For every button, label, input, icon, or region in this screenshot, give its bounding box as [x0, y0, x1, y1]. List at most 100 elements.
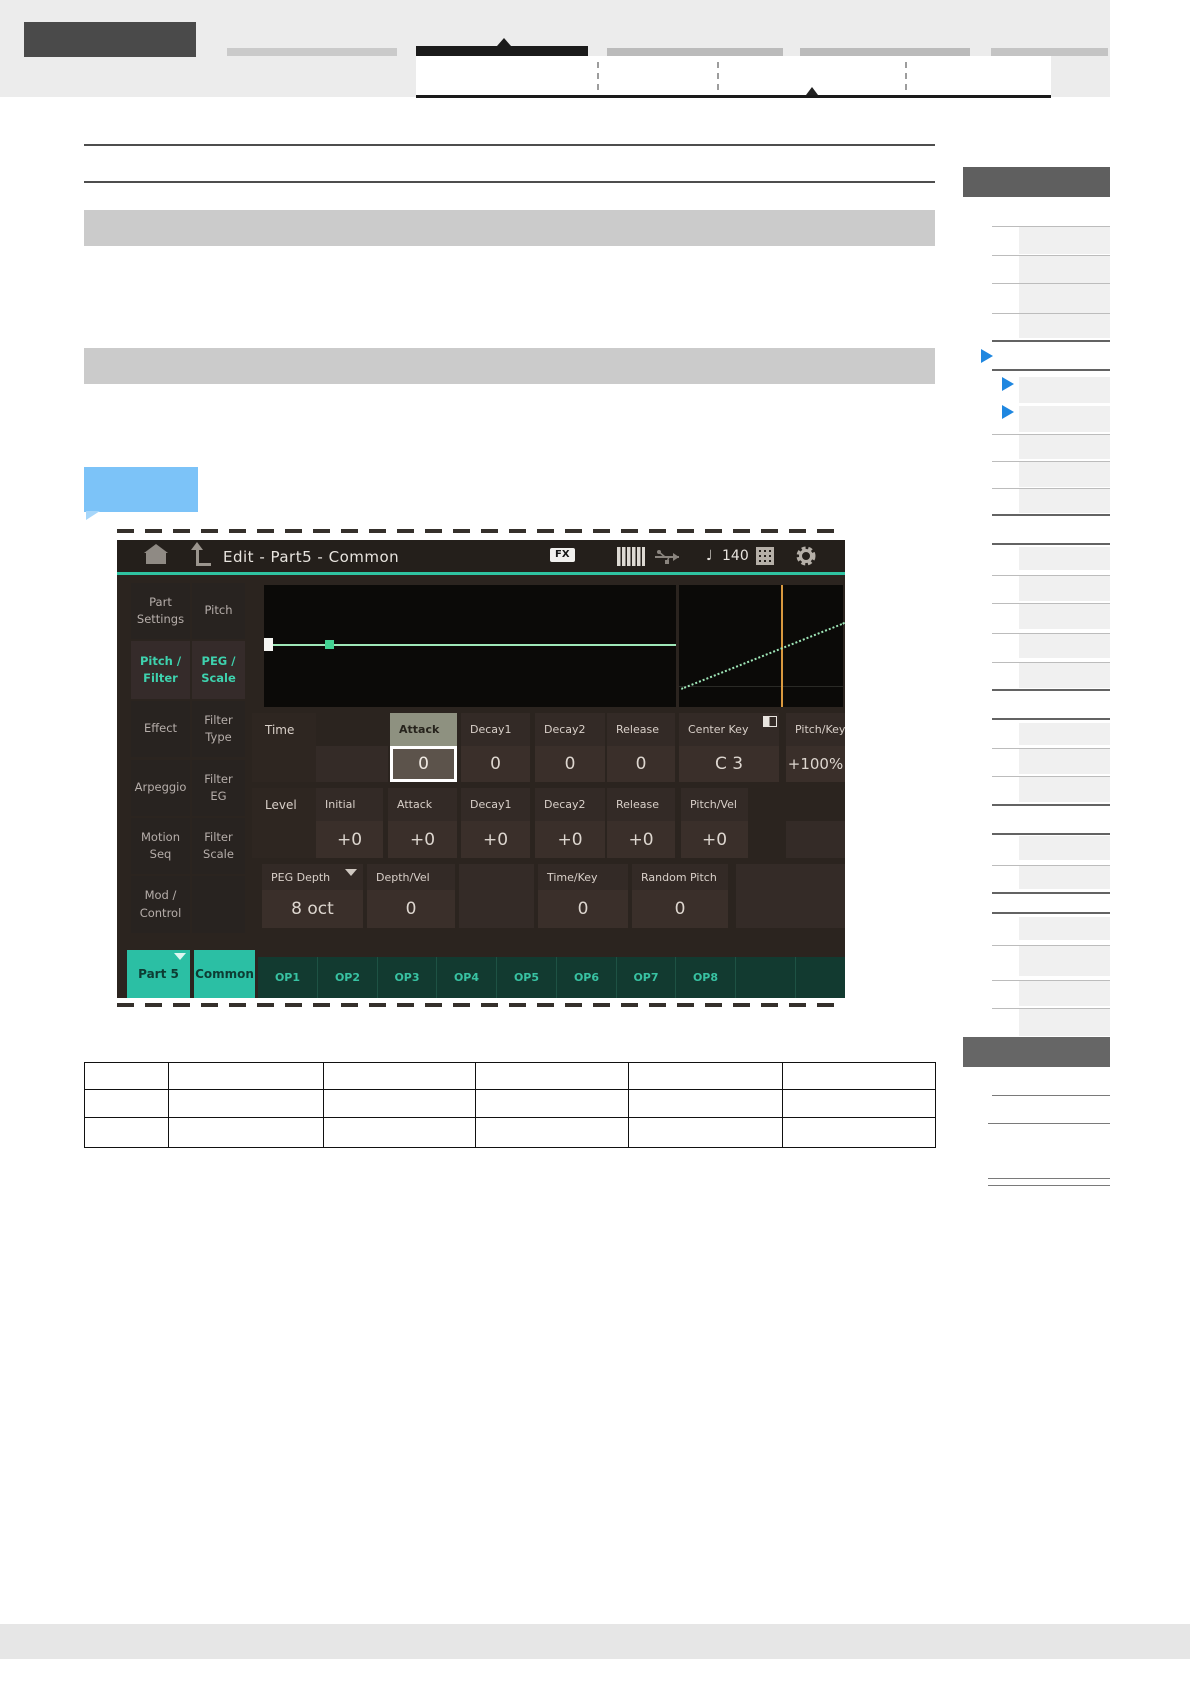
- grid-menu-icon[interactable]: [756, 547, 774, 565]
- page-header-block: [24, 22, 196, 57]
- gear-icon[interactable]: [795, 545, 817, 567]
- level-decay1-value[interactable]: +0: [461, 821, 530, 858]
- toc-row[interactable]: [992, 776, 1110, 802]
- nav-tab-ghost-4[interactable]: [991, 48, 1108, 56]
- toc-row[interactable]: [992, 1008, 1110, 1036]
- nav-mod-control[interactable]: Mod / Control: [131, 876, 190, 933]
- tab-op1[interactable]: OP1: [258, 957, 318, 998]
- pitch-vel-label[interactable]: Pitch/Vel: [681, 788, 748, 821]
- level-attack-label[interactable]: Attack: [388, 788, 457, 821]
- toc-row[interactable]: [992, 575, 1110, 601]
- toc-row[interactable]: [992, 255, 1110, 283]
- toc-row[interactable]: [992, 488, 1110, 513]
- nav-effect[interactable]: Effect: [131, 701, 190, 757]
- toc-row[interactable]: [992, 603, 1110, 629]
- center-key-value[interactable]: C 3: [679, 746, 779, 782]
- table-cell: [628, 1117, 783, 1148]
- toc-row[interactable]: [992, 547, 1110, 570]
- toc-row[interactable]: [992, 461, 1110, 487]
- tab-op8[interactable]: OP8: [676, 957, 736, 998]
- toc-header-1: [963, 167, 1110, 197]
- nav-peg-scale[interactable]: PEG / Scale: [192, 641, 245, 699]
- table-cell: [84, 1089, 169, 1118]
- toc-row[interactable]: [992, 723, 1110, 745]
- level-release-label[interactable]: Release: [607, 788, 675, 821]
- tab-op2[interactable]: OP2: [318, 957, 378, 998]
- random-pitch-value[interactable]: 0: [632, 890, 728, 928]
- toc-row[interactable]: [992, 836, 1110, 860]
- time-release-value[interactable]: 0: [607, 746, 675, 782]
- pitch-key-value[interactable]: +100%: [786, 746, 845, 782]
- peg-depth-label[interactable]: PEG Depth: [262, 864, 363, 890]
- pitch-key-label[interactable]: Pitch/Key: [786, 713, 845, 746]
- time-attack-value[interactable]: 0: [390, 746, 457, 782]
- nav-filter-eg[interactable]: Filter EG: [192, 760, 245, 816]
- nav-tab-ghost-3[interactable]: [800, 48, 970, 56]
- level-release-value[interactable]: +0: [607, 821, 675, 858]
- part-dropdown-icon[interactable]: [174, 953, 186, 960]
- tab-op4[interactable]: OP4: [437, 957, 497, 998]
- toc-row[interactable]: [992, 283, 1110, 313]
- toc-row[interactable]: [992, 945, 1110, 976]
- envelope-handle-green[interactable]: [325, 640, 334, 649]
- toc-row[interactable]: [992, 226, 1110, 254]
- pitch-vel-value[interactable]: +0: [681, 821, 748, 858]
- tempo-value[interactable]: 140: [722, 548, 749, 564]
- pitch-key-graph[interactable]: [679, 585, 845, 707]
- toc-row[interactable]: [992, 406, 1110, 432]
- time-decay1-label[interactable]: Decay1: [461, 713, 530, 746]
- keyboard-icon[interactable]: [617, 547, 645, 566]
- time-decay2-value[interactable]: 0: [535, 746, 605, 782]
- tab-separator: [597, 62, 599, 90]
- nav-pitch[interactable]: Pitch: [192, 583, 245, 639]
- peg-depth-value[interactable]: 8 oct: [262, 890, 363, 928]
- toc-row[interactable]: [992, 313, 1110, 338]
- peg-envelope-graph[interactable]: [264, 585, 676, 707]
- level-initial-label[interactable]: Initial: [316, 788, 383, 821]
- tab-common[interactable]: Common: [194, 950, 255, 998]
- time-decay2-label[interactable]: Decay2: [535, 713, 605, 746]
- level-decay2-value[interactable]: +0: [535, 821, 605, 858]
- depth-vel-label[interactable]: Depth/Vel: [367, 864, 455, 890]
- exit-up-icon[interactable]: [191, 542, 211, 566]
- tab-op6[interactable]: OP6: [557, 957, 617, 998]
- level-initial-value[interactable]: +0: [316, 821, 383, 858]
- section-pointer-icon: [806, 87, 818, 95]
- nav-pitch-filter[interactable]: Pitch / Filter: [131, 641, 190, 699]
- toc-row[interactable]: [992, 434, 1110, 459]
- toc-row[interactable]: [992, 748, 1110, 774]
- time-attack-label[interactable]: Attack: [390, 713, 457, 746]
- toc-expand-arrow-icon[interactable]: [981, 349, 993, 363]
- nav-tab-ghost-2[interactable]: [607, 48, 783, 56]
- level-decay2-label[interactable]: Decay2: [535, 788, 605, 821]
- nav-motion-seq[interactable]: Motion Seq: [131, 818, 190, 874]
- home-icon[interactable]: [144, 544, 168, 564]
- table-cell: [323, 1062, 476, 1090]
- random-pitch-label[interactable]: Random Pitch: [632, 864, 728, 890]
- toc-row[interactable]: [992, 377, 1110, 403]
- tab-op5[interactable]: OP5: [497, 957, 557, 998]
- nav-filter-scale[interactable]: Filter Scale: [192, 818, 245, 874]
- fx-badge[interactable]: FX: [550, 548, 575, 562]
- time-key-label[interactable]: Time/Key: [538, 864, 628, 890]
- nav-part-settings[interactable]: Part Settings: [131, 583, 190, 639]
- toc-row[interactable]: [992, 865, 1110, 889]
- table-cell: [782, 1062, 936, 1090]
- envelope-handle-white[interactable]: [264, 638, 273, 651]
- toc-row[interactable]: [992, 917, 1110, 940]
- nav-arpeggio[interactable]: Arpeggio: [131, 760, 190, 816]
- depth-vel-value[interactable]: 0: [367, 890, 455, 928]
- nav-tab-ghost-1[interactable]: [227, 48, 397, 56]
- level-decay1-label[interactable]: Decay1: [461, 788, 530, 821]
- time-release-label[interactable]: Release: [607, 713, 675, 746]
- nav-filter-type[interactable]: Filter Type: [192, 701, 245, 757]
- tab-op7[interactable]: OP7: [617, 957, 676, 998]
- time-decay1-value[interactable]: 0: [461, 746, 530, 782]
- time-key-value[interactable]: 0: [538, 890, 628, 928]
- toc-row[interactable]: [992, 633, 1110, 658]
- level-attack-value[interactable]: +0: [388, 821, 457, 858]
- toc-row[interactable]: [992, 980, 1110, 1006]
- toc-row[interactable]: [992, 662, 1110, 688]
- toc-divider: [992, 833, 1110, 835]
- tab-op3[interactable]: OP3: [378, 957, 437, 998]
